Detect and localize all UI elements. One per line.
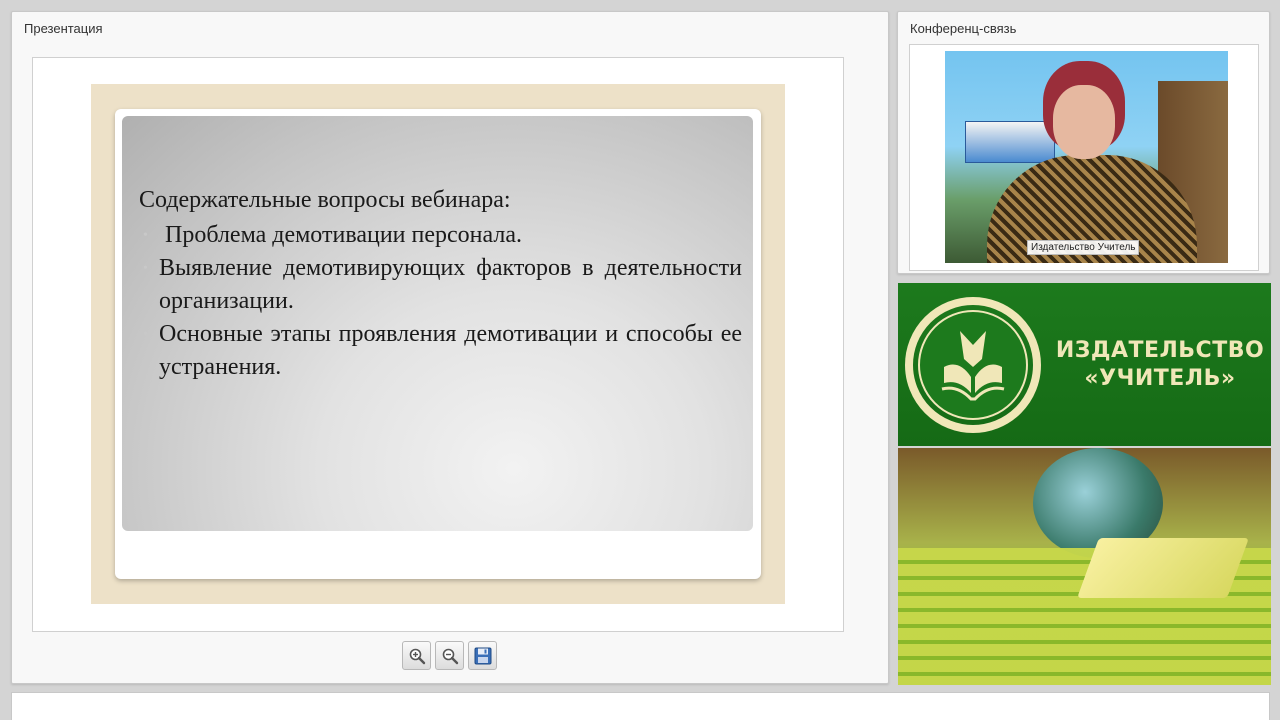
slide-text: Содержательные вопросы вебинара: • Пробл… [139, 184, 742, 384]
brand-header: ИЗДАТЕЛЬСТВО «УЧИТЕЛЬ» [898, 283, 1271, 446]
speaker-face [1053, 85, 1115, 159]
brand-name-line1: ИЗДАТЕЛЬСТВО [1055, 338, 1265, 363]
presentation-panel: Презентация Содержательные вопросы вебин… [11, 11, 889, 684]
brand-image [898, 448, 1271, 685]
slide: Содержательные вопросы вебинара: • Пробл… [91, 84, 785, 604]
presentation-toolbar [402, 641, 497, 671]
bottom-panel [11, 692, 1270, 720]
slide-bullet-text: Проблема демотивации персонала. [165, 222, 522, 248]
save-icon [474, 647, 491, 664]
presentation-panel-title: Презентация [24, 21, 103, 36]
brand-banner: ИЗДАТЕЛЬСТВО «УЧИТЕЛЬ» [898, 283, 1271, 685]
slide-viewport[interactable]: Содержательные вопросы вебинара: • Пробл… [32, 57, 844, 632]
save-button[interactable] [468, 641, 497, 670]
zoom-out-button[interactable] [435, 641, 464, 670]
slide-bullet-text: Основные этапы проявления демотивации и … [159, 321, 742, 380]
brand-name: ИЗДАТЕЛЬСТВО «УЧИТЕЛЬ» [1055, 337, 1265, 393]
publisher-logo-icon [905, 297, 1041, 433]
conference-panel: Конференц-связь Издательство Учитель [897, 11, 1270, 274]
zoom-in-icon [409, 648, 425, 664]
conference-panel-title: Конференц-связь [910, 21, 1017, 36]
slide-bullet: • Выявление демотивирующих факторов в де… [139, 252, 742, 318]
bullet-dot-icon: • [143, 228, 148, 243]
slide-card: Содержательные вопросы вебинара: • Пробл… [115, 109, 761, 579]
video-caption: Издательство Учитель [1027, 240, 1140, 255]
slide-content: Содержательные вопросы вебинара: • Пробл… [122, 116, 753, 531]
video-background-poster [965, 121, 1055, 163]
bullet-dot-icon: • [143, 327, 148, 342]
webcam-video[interactable]: Издательство Учитель [945, 51, 1228, 263]
bullet-dot-icon: • [143, 261, 148, 276]
zoom-in-button[interactable] [402, 641, 431, 670]
open-book-image [1077, 538, 1249, 598]
slide-bullet-text: Выявление демотивирующих факторов в деят… [159, 255, 742, 314]
video-frame: Издательство Учитель [909, 44, 1259, 271]
slide-bullet: • Основные этапы проявления демотивации … [139, 318, 742, 384]
brand-name-line2: «УЧИТЕЛЬ» [1084, 366, 1236, 391]
zoom-out-icon [442, 648, 458, 664]
slide-heading: Содержательные вопросы вебинара: [139, 187, 511, 213]
slide-bullet: • Проблема демотивации персонала. [139, 219, 742, 252]
